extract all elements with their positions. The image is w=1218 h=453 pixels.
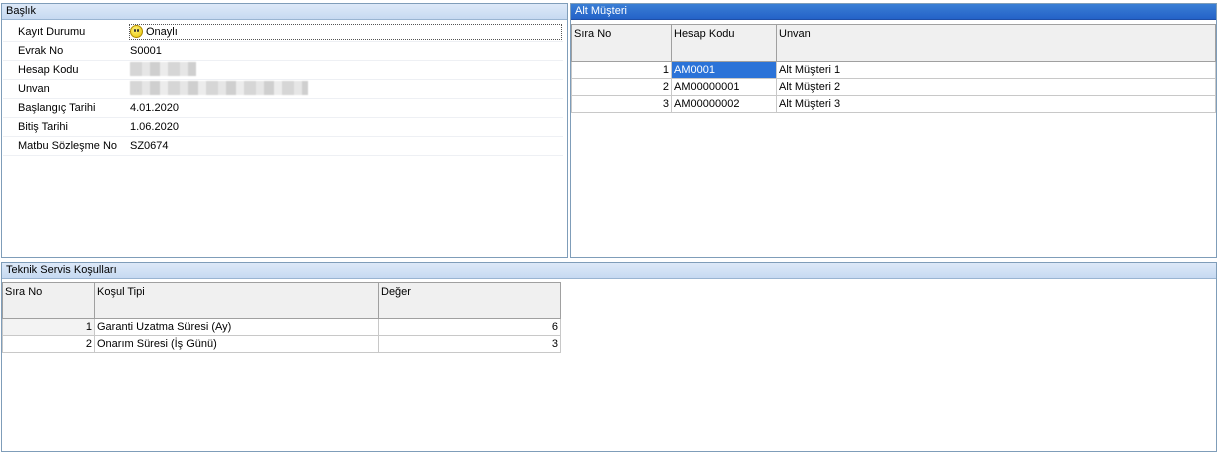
- col-kosul-tipi[interactable]: Koşul Tipi: [94, 282, 379, 319]
- table-row[interactable]: 1 Garanti Uzatma Süresi (Ay) 6: [2, 318, 561, 336]
- row-sira-no[interactable]: 2: [2, 335, 95, 353]
- table-row[interactable]: 2 Onarım Süresi (İş Günü) 3: [2, 335, 561, 353]
- form-row-bitis-tarihi[interactable]: Bitiş Tarihi 1.06.2020: [3, 118, 563, 137]
- evrak-no-value[interactable]: S0001: [130, 45, 162, 57]
- form-row-hesap-kodu[interactable]: Hesap Kodu: [3, 61, 563, 80]
- col-hesap-kodu[interactable]: Hesap Kodu: [671, 24, 777, 62]
- teknik-servis-panel: Teknik Servis Koşulları Sıra No Koşul Ti…: [1, 262, 1217, 452]
- alt-musteri-grid[interactable]: Sıra No Hesap Kodu Unvan 1 AM0001 Alt Mü…: [571, 24, 1216, 113]
- teknik-servis-header: Teknik Servis Koşulları: [2, 263, 1216, 279]
- hesap-kodu-label: Hesap Kodu: [18, 64, 79, 76]
- kayit-durumu-field[interactable]: Onaylı: [129, 24, 562, 40]
- row-unvan[interactable]: Alt Müşteri 3: [776, 95, 1216, 113]
- col-sira-no[interactable]: Sıra No: [2, 282, 95, 319]
- table-row[interactable]: 2 AM00000001 Alt Müşteri 2: [571, 78, 1216, 96]
- row-unvan[interactable]: Alt Müşteri 1: [776, 61, 1216, 79]
- unvan-redacted: [130, 81, 308, 95]
- form-row-unvan[interactable]: Unvan: [3, 80, 563, 99]
- row-sira-no[interactable]: 2: [571, 78, 672, 96]
- matbu-sozlesme-no-value[interactable]: SZ0674: [130, 140, 169, 152]
- row-hesap-kodu[interactable]: AM00000001: [671, 78, 777, 96]
- form-row-baslangic-tarihi[interactable]: Başlangıç Tarihi 4.01.2020: [3, 99, 563, 118]
- hesap-kodu-redacted: [130, 62, 196, 76]
- row-hesap-kodu[interactable]: AM00000002: [671, 95, 777, 113]
- row-hesap-kodu[interactable]: AM0001: [671, 61, 777, 79]
- matbu-sozlesme-no-label: Matbu Sözleşme No: [18, 140, 118, 152]
- alt-musteri-panel: Alt Müşteri Sıra No Hesap Kodu Unvan 1 A…: [570, 3, 1217, 258]
- row-deger[interactable]: 3: [378, 335, 561, 353]
- baslik-panel: Başlık Kayıt Durumu Onaylı Evrak No S000…: [1, 3, 568, 258]
- baslangic-tarihi-label: Başlangıç Tarihi: [18, 102, 96, 114]
- row-kosul-tipi[interactable]: Onarım Süresi (İş Günü): [94, 335, 379, 353]
- bitis-tarihi-label: Bitiş Tarihi: [18, 121, 68, 133]
- baslik-form: Kayıt Durumu Onaylı Evrak No S0001 Hesap…: [3, 23, 563, 156]
- kayit-durumu-label: Kayıt Durumu: [18, 26, 86, 38]
- table-row[interactable]: 3 AM00000002 Alt Müşteri 3: [571, 95, 1216, 113]
- baslik-header: Başlık: [2, 4, 567, 20]
- form-row-evrak-no[interactable]: Evrak No S0001: [3, 42, 563, 61]
- bitis-tarihi-value[interactable]: 1.06.2020: [130, 121, 179, 133]
- evrak-no-label: Evrak No: [18, 45, 64, 57]
- row-sira-no[interactable]: 3: [571, 95, 672, 113]
- row-sira-no[interactable]: 1: [2, 318, 95, 336]
- kayit-durumu-value: Onaylı: [146, 26, 178, 38]
- baslangic-tarihi-value[interactable]: 4.01.2020: [130, 102, 179, 114]
- col-deger[interactable]: Değer: [378, 282, 561, 319]
- form-row-matbu-sozlesme-no[interactable]: Matbu Sözleşme No SZ0674: [3, 137, 563, 156]
- table-row[interactable]: 1 AM0001 Alt Müşteri 1: [571, 61, 1216, 79]
- smiley-icon: [130, 25, 143, 38]
- col-sira-no[interactable]: Sıra No: [571, 24, 672, 62]
- row-deger[interactable]: 6: [378, 318, 561, 336]
- row-unvan[interactable]: Alt Müşteri 2: [776, 78, 1216, 96]
- teknik-servis-grid[interactable]: Sıra No Koşul Tipi Değer 1 Garanti Uzatm…: [2, 282, 561, 353]
- unvan-label: Unvan: [18, 83, 50, 95]
- form-row-kayit-durumu[interactable]: Kayıt Durumu Onaylı: [3, 23, 563, 42]
- row-kosul-tipi[interactable]: Garanti Uzatma Süresi (Ay): [94, 318, 379, 336]
- row-sira-no[interactable]: 1: [571, 61, 672, 79]
- col-unvan[interactable]: Unvan: [776, 24, 1216, 62]
- alt-musteri-header: Alt Müşteri: [571, 4, 1216, 20]
